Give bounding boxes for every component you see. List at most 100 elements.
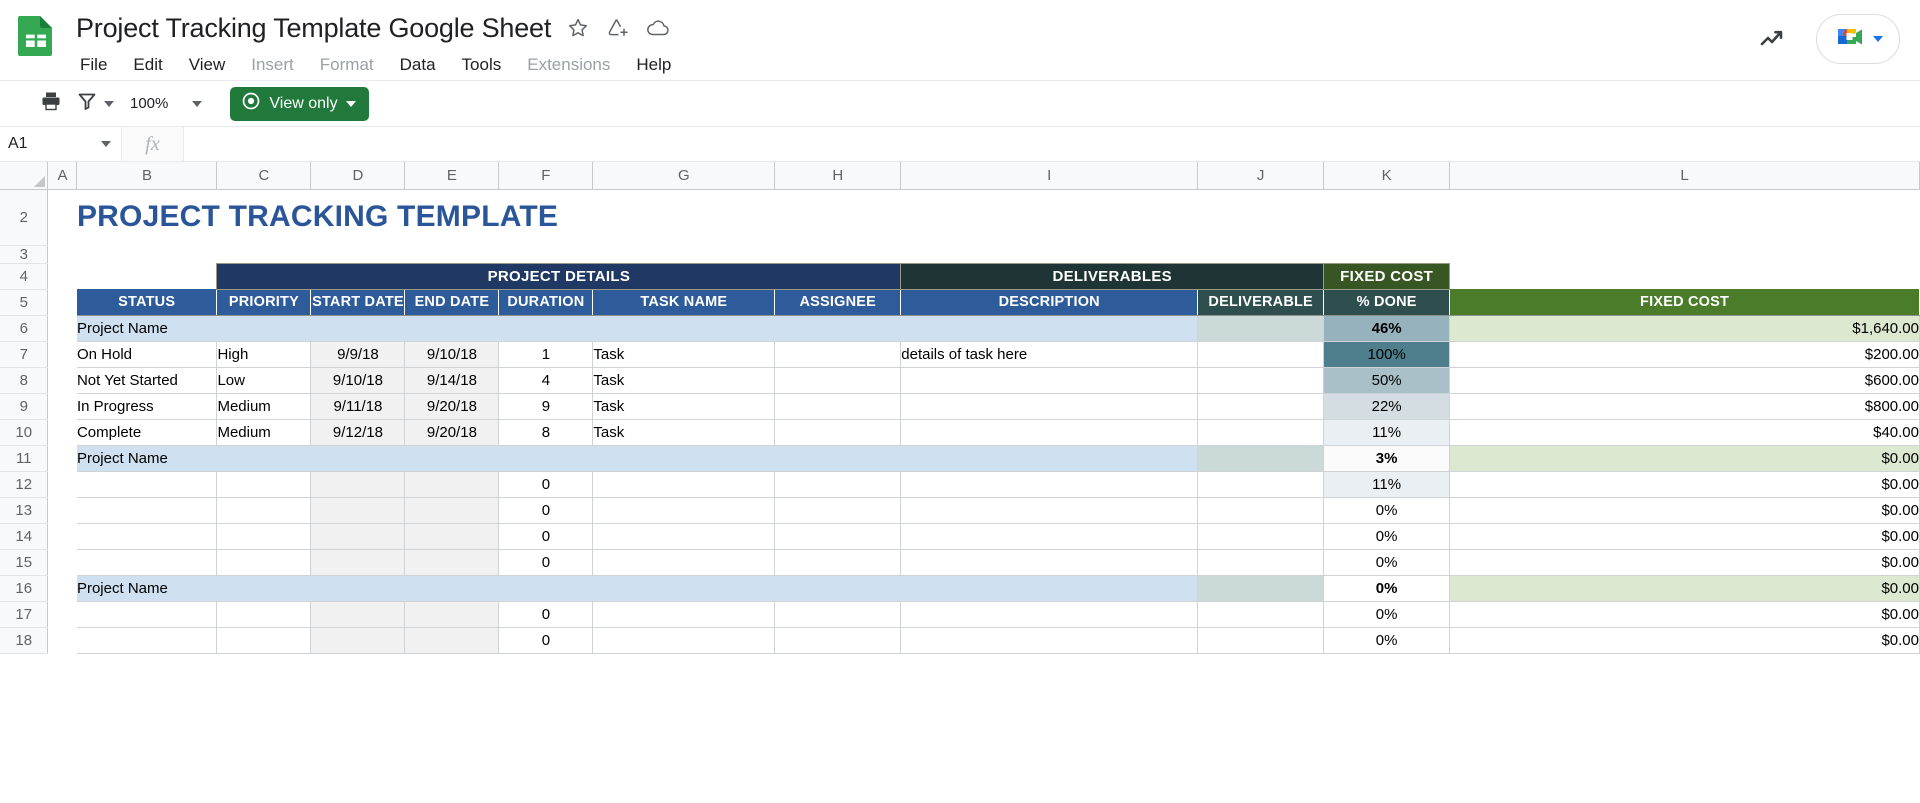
cell-status-10[interactable]: Complete [76,419,218,446]
row-header-12[interactable]: 12 [0,471,49,498]
cell-fixed-cost-13[interactable]: $0.00 [1449,497,1920,524]
cell-a17[interactable] [48,601,77,627]
cell-fixed-cost-8[interactable]: $600.00 [1449,367,1920,394]
cell-a7[interactable] [48,341,77,367]
row-header-4[interactable]: 4 [0,263,49,290]
row-header-13[interactable]: 13 [0,497,49,524]
cell-end-date-17[interactable] [404,601,500,628]
cell-fixed-cost-14[interactable]: $0.00 [1449,523,1920,550]
cell-assignee-13[interactable] [774,497,902,524]
cell-a14[interactable] [48,523,77,549]
column-header-a[interactable]: A [47,162,78,190]
cell-k2[interactable] [1324,189,1450,245]
row-header-8[interactable]: 8 [0,367,49,394]
cell-fixed-cost-9[interactable]: $800.00 [1449,393,1920,420]
cell-percent-done-8[interactable]: 50% [1323,367,1451,394]
cell-description-7[interactable]: details of task here [900,341,1199,368]
cell-fixed-cost-17[interactable]: $0.00 [1449,601,1920,628]
cell-description-8[interactable] [900,367,1199,394]
cell-fixed-cost-12[interactable]: $0.00 [1449,471,1920,498]
cell-project-name-16[interactable]: Project Name [76,575,1199,602]
move-to-folder-icon[interactable] [605,15,631,41]
cell-duration-13[interactable]: 0 [498,497,594,524]
cell-start-date-17[interactable] [310,601,406,628]
cell-percent-done-16[interactable]: 0% [1323,575,1451,602]
cell-description-10[interactable] [900,419,1199,446]
cell-assignee-8[interactable] [774,367,902,394]
cell-deliverable-11[interactable] [1197,445,1325,472]
cell-end-date-7[interactable]: 9/10/18 [404,341,500,368]
cell-deliverable-17[interactable] [1197,601,1325,628]
cell-deliverable-8[interactable] [1197,367,1325,394]
cell-description-15[interactable] [900,549,1199,576]
zoom-dropdown-button[interactable] [180,87,214,121]
cell-end-date-10[interactable]: 9/20/18 [404,419,500,446]
cell-fixed-cost-16[interactable]: $0.00 [1449,575,1920,602]
cell-percent-done-9[interactable]: 22% [1323,393,1451,420]
cell-priority-7[interactable]: High [216,341,312,368]
cell-project-name-11[interactable]: Project Name [76,445,1199,472]
cell-a9[interactable] [48,393,77,419]
cell-status-9[interactable]: In Progress [76,393,218,420]
cell-end-date-13[interactable] [404,497,500,524]
cell-assignee-9[interactable] [774,393,902,420]
cell-i2[interactable] [901,189,1198,245]
column-header-j[interactable]: J [1197,162,1325,190]
cell-description-18[interactable] [900,627,1199,654]
cell-percent-done-14[interactable]: 0% [1323,523,1451,550]
cell-start-date-7[interactable]: 9/9/18 [310,341,406,368]
cell-deliverable-18[interactable] [1197,627,1325,654]
column-header-k[interactable]: K [1323,162,1451,190]
cell-task-name-9[interactable]: Task [592,393,776,420]
row-header-16[interactable]: 16 [0,575,49,602]
row-header-11[interactable]: 11 [0,445,49,472]
row-header-2[interactable]: 2 [0,189,49,246]
cell-status-8[interactable]: Not Yet Started [76,367,218,394]
row-header-6[interactable]: 6 [0,315,49,342]
cell-fixed-cost-15[interactable]: $0.00 [1449,549,1920,576]
cell-percent-done-18[interactable]: 0% [1323,627,1451,654]
cell-end-date-15[interactable] [404,549,500,576]
column-header-e[interactable]: E [404,162,500,190]
cell-status-18[interactable] [76,627,218,654]
select-all-corner[interactable] [0,162,49,190]
zoom-selector[interactable]: 100% [122,87,176,121]
cell-a6[interactable] [48,315,77,341]
cell-start-date-13[interactable] [310,497,406,524]
cell-priority-14[interactable] [216,523,312,550]
cell-deliverable-14[interactable] [1197,523,1325,550]
menu-item-format[interactable]: Format [318,53,376,77]
column-header-b[interactable]: B [76,162,218,190]
cell-deliverable-12[interactable] [1197,471,1325,498]
cell-duration-7[interactable]: 1 [498,341,594,368]
cell-percent-done-12[interactable]: 11% [1323,471,1451,498]
cell-priority-8[interactable]: Low [216,367,312,394]
cell-assignee-18[interactable] [774,627,902,654]
cell-status-14[interactable] [76,523,218,550]
column-header-g[interactable]: G [592,162,776,190]
trending-up-icon[interactable] [1756,22,1790,56]
cell-assignee-12[interactable] [774,471,902,498]
cell-fixed-cost-6[interactable]: $1,640.00 [1449,315,1920,342]
cell-priority-13[interactable] [216,497,312,524]
menu-item-view[interactable]: View [187,53,228,77]
cell-assignee-7[interactable] [774,341,902,368]
cell-priority-15[interactable] [216,549,312,576]
cell-percent-done-7[interactable]: 100% [1323,341,1451,368]
print-button[interactable] [34,87,68,121]
view-only-button[interactable]: View only [230,86,369,121]
cell-status-13[interactable] [76,497,218,524]
cell-a18[interactable] [48,627,77,653]
cell-task-name-18[interactable] [592,627,776,654]
cell-end-date-14[interactable] [404,523,500,550]
cell-duration-12[interactable]: 0 [498,471,594,498]
cell-description-14[interactable] [900,523,1199,550]
row-header-5[interactable]: 5 [0,289,49,316]
cell-duration-9[interactable]: 9 [498,393,594,420]
cell-description-13[interactable] [900,497,1199,524]
google-sheets-logo[interactable] [14,14,58,58]
cell-task-name-7[interactable]: Task [592,341,776,368]
cell-duration-10[interactable]: 8 [498,419,594,446]
cell-assignee-10[interactable] [774,419,902,446]
cell-deliverable-16[interactable] [1197,575,1325,602]
